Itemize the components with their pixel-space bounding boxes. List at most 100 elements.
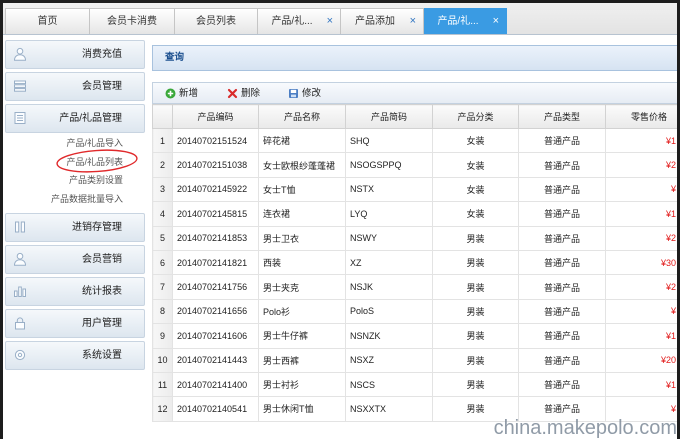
sidebar-item-inventory-management[interactable]: 进销存管理 xyxy=(5,213,145,242)
tab-member-card-consumption[interactable]: 会员卡消费 xyxy=(90,8,175,34)
table-row[interactable]: 8 20140702141656 Polo衫 PoloS 男装 普通产品 ¥ xyxy=(152,298,680,325)
cell-type: 普通产品 xyxy=(518,225,606,251)
delete-icon xyxy=(227,88,238,99)
column-header-price[interactable]: 零售价格 xyxy=(605,104,680,129)
cell-name: 西装 xyxy=(258,249,346,276)
cell-index: 4 xyxy=(152,201,173,227)
cell-category: 男装 xyxy=(432,323,519,349)
edit-button[interactable]: 修改 xyxy=(288,86,321,101)
cell-code: 20140702141656 xyxy=(172,298,259,325)
cell-index: 2 xyxy=(152,152,173,178)
sidebar-item-label: 进销存管理 xyxy=(72,222,122,233)
cell-price: ¥ xyxy=(605,298,680,325)
cell-price: ¥20 xyxy=(605,347,680,373)
table-row[interactable]: 6 20140702141821 西装 XZ 男装 普通产品 ¥30 xyxy=(152,249,680,276)
cell-code: 20140702151524 xyxy=(172,127,259,154)
table-row[interactable]: 11 20140702141400 男士衬衫 NSCS 男装 普通产品 ¥1 xyxy=(152,371,680,398)
table-row[interactable]: 10 20140702141443 男士西裤 NSXZ 男装 普通产品 ¥20 xyxy=(152,347,680,373)
cell-abbr: XZ xyxy=(345,249,433,276)
submenu-item-product-category-settings[interactable]: 产品类别设置 xyxy=(5,171,123,190)
cell-name: 男士牛仔裤 xyxy=(258,323,346,349)
sidebar-item-product-gift-management[interactable]: 产品/礼品管理 xyxy=(5,104,145,133)
cell-price: ¥2 xyxy=(605,225,680,251)
cell-abbr: SHQ xyxy=(345,127,433,154)
sidebar-item-member-management[interactable]: 会员管理 xyxy=(5,72,145,101)
table-row[interactable]: 3 20140702145922 女士T恤 NSTX 女装 普通产品 ¥ xyxy=(152,176,680,203)
cell-type: 普通产品 xyxy=(518,323,606,349)
sidebar-item-label: 用户管理 xyxy=(82,318,122,329)
column-header-code[interactable]: 产品编码 xyxy=(172,104,259,129)
table-row[interactable]: 5 20140702141853 男士卫衣 NSWY 男装 普通产品 ¥2 xyxy=(152,225,680,251)
cell-type: 普通产品 xyxy=(518,274,606,300)
tab-label: 产品/礼... xyxy=(271,16,313,27)
close-icon[interactable]: × xyxy=(327,9,333,34)
cell-abbr: NSXXTX xyxy=(345,396,433,422)
sidebar-item-system-settings[interactable]: 系统设置 xyxy=(5,341,145,370)
sidebar-item-statistics-reports[interactable]: 统计报表 xyxy=(5,277,145,306)
row-number-header xyxy=(152,104,173,129)
sidebar-item-label: 统计报表 xyxy=(82,286,122,297)
person-icon xyxy=(13,252,27,266)
sidebar-item-member-marketing[interactable]: 会员营销 xyxy=(5,245,145,274)
column-header-name[interactable]: 产品名称 xyxy=(258,104,346,129)
cell-name: 男士夹克 xyxy=(258,274,346,300)
cell-code: 20140702141756 xyxy=(172,274,259,300)
cell-abbr: NSJK xyxy=(345,274,433,300)
cell-type: 普通产品 xyxy=(518,298,606,325)
cell-code: 20140702140541 xyxy=(172,396,259,422)
cell-category: 男装 xyxy=(432,298,519,325)
cell-type: 普通产品 xyxy=(518,201,606,227)
tab-product-add[interactable]: 产品添加 × xyxy=(341,8,424,34)
submenu-item-product-batch-import[interactable]: 产品数据批量导入 xyxy=(5,190,123,209)
product-table-body: 1 20140702151524 碎花裙 SHQ 女装 普通产品 ¥1 2 2014070215… xyxy=(152,127,680,422)
cell-name: 女士T恤 xyxy=(258,176,346,203)
sidebar-item-user-management[interactable]: 用户管理 xyxy=(5,309,145,338)
table-row[interactable]: 1 20140702151524 碎花裙 SHQ 女装 普通产品 ¥1 xyxy=(152,127,680,154)
tab-label: 会员卡消费 xyxy=(107,16,157,27)
tab-product-gift-1[interactable]: 产品/礼... × xyxy=(258,8,341,34)
cell-abbr: NSTX xyxy=(345,176,433,203)
submenu-item-product-gift-list[interactable]: 产品/礼品列表 xyxy=(5,153,123,172)
sidebar-item-label: 系统设置 xyxy=(82,350,122,361)
cell-code: 20140702141606 xyxy=(172,323,259,349)
sidebar-item-consume-recharge[interactable]: 消费充值 xyxy=(5,40,145,69)
cell-category: 女装 xyxy=(432,201,519,227)
table-row[interactable]: 7 20140702141756 男士夹克 NSJK 男装 普通产品 ¥2 xyxy=(152,274,680,300)
cell-index: 12 xyxy=(152,396,173,422)
cell-index: 8 xyxy=(152,298,173,325)
column-header-abbr[interactable]: 产品简码 xyxy=(345,104,433,129)
cell-code: 20140702151038 xyxy=(172,152,259,178)
sidebar-item-label: 产品/礼品管理 xyxy=(59,113,122,124)
query-panel-header[interactable]: 查询 xyxy=(152,45,680,71)
person-icon xyxy=(13,47,27,61)
cell-name: 连衣裙 xyxy=(258,201,346,227)
sidebar-item-label: 会员管理 xyxy=(82,81,122,92)
cell-abbr: NSCS xyxy=(345,371,433,398)
cell-index: 5 xyxy=(152,225,173,251)
tab-product-gift-list[interactable]: 产品/礼... × xyxy=(424,8,507,34)
cell-type: 普通产品 xyxy=(518,176,606,203)
close-icon[interactable]: × xyxy=(410,9,416,34)
table-row[interactable]: 9 20140702141606 男士牛仔裤 NSNZK 男装 普通产品 ¥1 xyxy=(152,323,680,349)
cell-code: 20140702141821 xyxy=(172,249,259,276)
sidebar-nav: 消费充值会员管理产品/礼品管理产品/礼品导入 产品/礼品列表 产品类别设置 产品数据批… xyxy=(5,40,145,373)
inventory-icon xyxy=(13,220,27,234)
tab-member-list[interactable]: 会员列表 xyxy=(175,8,258,34)
close-icon[interactable]: × xyxy=(493,9,499,34)
column-header-category[interactable]: 产品分类 xyxy=(432,104,519,129)
cell-category: 男装 xyxy=(432,371,519,398)
table-row[interactable]: 2 20140702151038 女士欧根纱蓬蓬裙 NSOGSPPQ 女装 普通产品 ¥2 xyxy=(152,152,680,178)
tab-home[interactable]: 首页 xyxy=(5,8,90,34)
cell-name: 男士休闲T恤 xyxy=(258,396,346,422)
column-header-type[interactable]: 产品类型 xyxy=(518,104,606,129)
add-button[interactable]: 新增 xyxy=(165,86,198,101)
tab-label: 产品/礼... xyxy=(437,16,479,27)
cell-price: ¥2 xyxy=(605,152,680,178)
cell-category: 男装 xyxy=(432,225,519,251)
table-row[interactable]: 4 20140702145815 连衣裙 LYQ 女装 普通产品 ¥1 xyxy=(152,201,680,227)
delete-button[interactable]: 删除 xyxy=(227,86,260,101)
cell-index: 9 xyxy=(152,323,173,349)
cell-category: 女装 xyxy=(432,127,519,154)
submenu-item-product-gift-import[interactable]: 产品/礼品导入 xyxy=(5,134,123,153)
cell-abbr: LYQ xyxy=(345,201,433,227)
